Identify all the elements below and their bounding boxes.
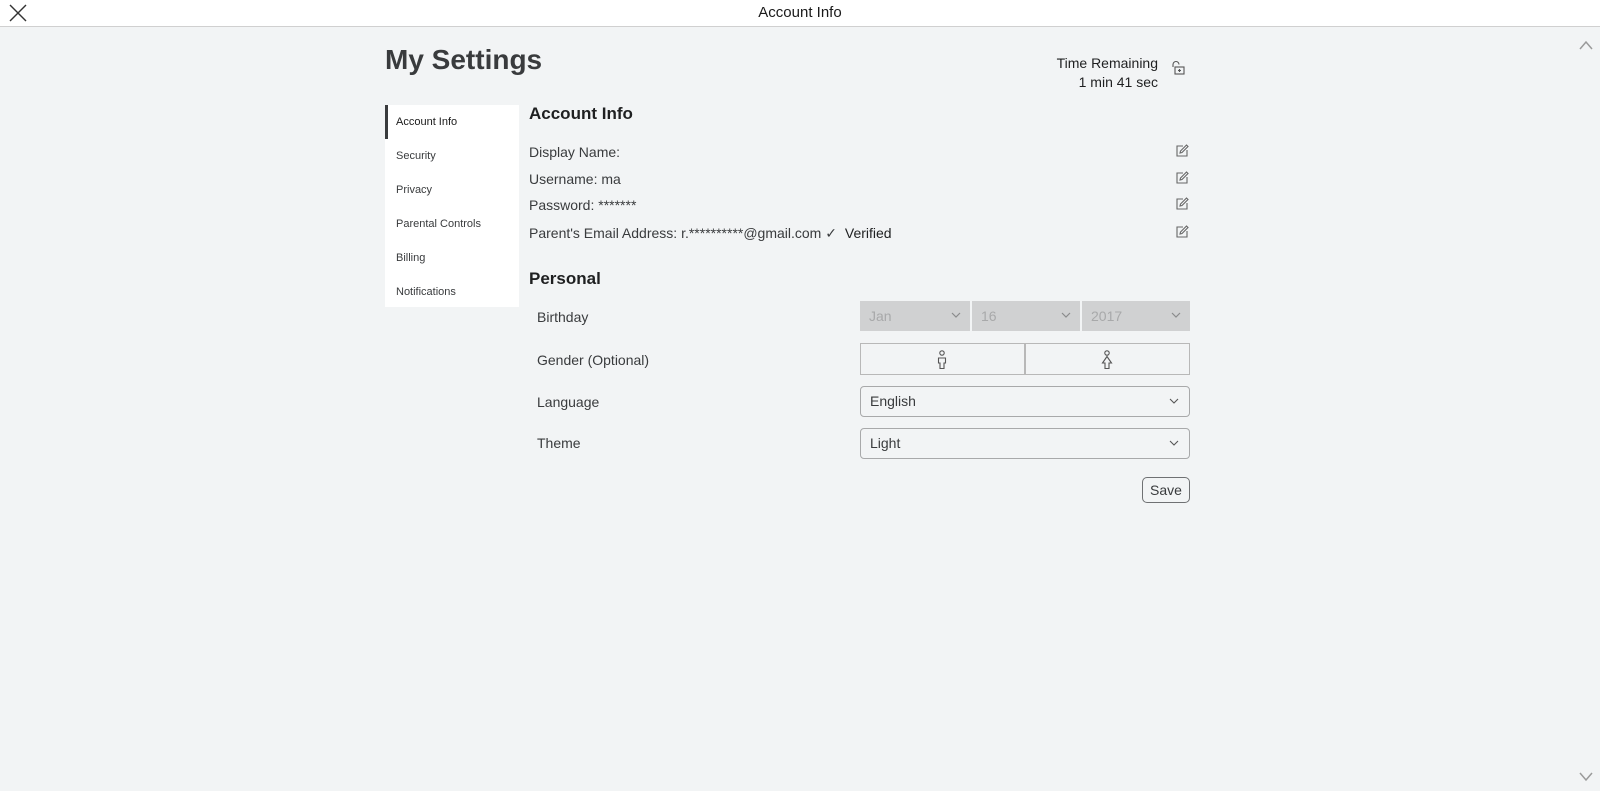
display-name-label: Display Name: [529,144,621,160]
gender-male-button[interactable] [860,343,1025,375]
parent-email-value: r.**********@gmail.com [681,225,822,241]
chevron-down-icon [1061,312,1071,318]
page-title: My Settings [385,44,543,75]
time-remaining: Time Remaining 1 min 41 sec [1000,54,1158,92]
scroll-up-icon[interactable] [1578,38,1594,52]
language-select[interactable]: English [860,386,1190,417]
sidebar-item-privacy[interactable]: Privacy [385,173,519,207]
birthday-year-value: 2017 [1091,308,1123,324]
time-remaining-label: Time Remaining [1056,55,1158,71]
chevron-down-icon [1169,440,1179,446]
chevron-down-icon [1171,312,1181,318]
birthday-month-select[interactable]: Jan [860,301,970,331]
verified-label: Verified [844,225,892,241]
sidebar-item-notifications[interactable]: Notifications [385,275,519,309]
unlock-icon[interactable] [1170,60,1186,76]
password-value: ******* [598,197,637,213]
theme-value: Light [870,435,901,451]
account-info-heading: Account Info [529,104,633,123]
settings-sidebar: Account Info Security Privacy Parental C… [385,105,519,307]
sidebar-item-parental-controls[interactable]: Parental Controls [385,207,519,241]
birthday-month-value: Jan [869,308,892,324]
title-bar: Account Info [0,0,1600,27]
scroll-down-icon[interactable] [1578,770,1594,784]
female-icon [1101,350,1113,370]
theme-label: Theme [537,435,581,451]
username-row: Username: ma [529,168,1189,190]
window-title: Account Info [758,4,842,21]
edit-password-icon[interactable] [1175,197,1189,211]
male-icon [937,350,947,370]
language-value: English [870,393,916,409]
sidebar-item-billing[interactable]: Billing [385,241,519,275]
display-name-row: Display Name: [529,141,1189,163]
chevron-down-icon [1169,398,1179,404]
birthday-year-select[interactable]: 2017 [1082,301,1190,331]
edit-parent-email-icon[interactable] [1175,225,1189,239]
edit-display-name-icon[interactable] [1175,144,1189,158]
sidebar-item-account-info[interactable]: Account Info [385,105,519,139]
gender-label: Gender (Optional) [537,352,650,368]
time-remaining-value: 1 min 41 sec [1078,74,1158,90]
username-value: ma [601,171,621,187]
gender-female-button[interactable] [1025,343,1190,375]
edit-username-icon[interactable] [1175,171,1189,185]
theme-select[interactable]: Light [860,428,1190,459]
save-button[interactable]: Save [1142,477,1190,503]
sidebar-item-security[interactable]: Security [385,139,519,173]
parent-email-row: Parent's Email Address: r.**********@gma… [529,222,1189,244]
password-label: Password: [529,197,595,213]
language-label: Language [537,394,600,410]
birthday-day-select[interactable]: 16 [972,301,1080,331]
chevron-down-icon [951,312,961,318]
birthday-day-value: 16 [981,308,997,324]
birthday-label: Birthday [537,309,589,325]
verified-check-icon: ✓ [825,225,837,241]
username-label: Username: [529,171,598,187]
password-row: Password: ******* [529,194,1189,216]
parent-email-label: Parent's Email Address: [529,225,678,241]
personal-heading: Personal [529,269,601,288]
